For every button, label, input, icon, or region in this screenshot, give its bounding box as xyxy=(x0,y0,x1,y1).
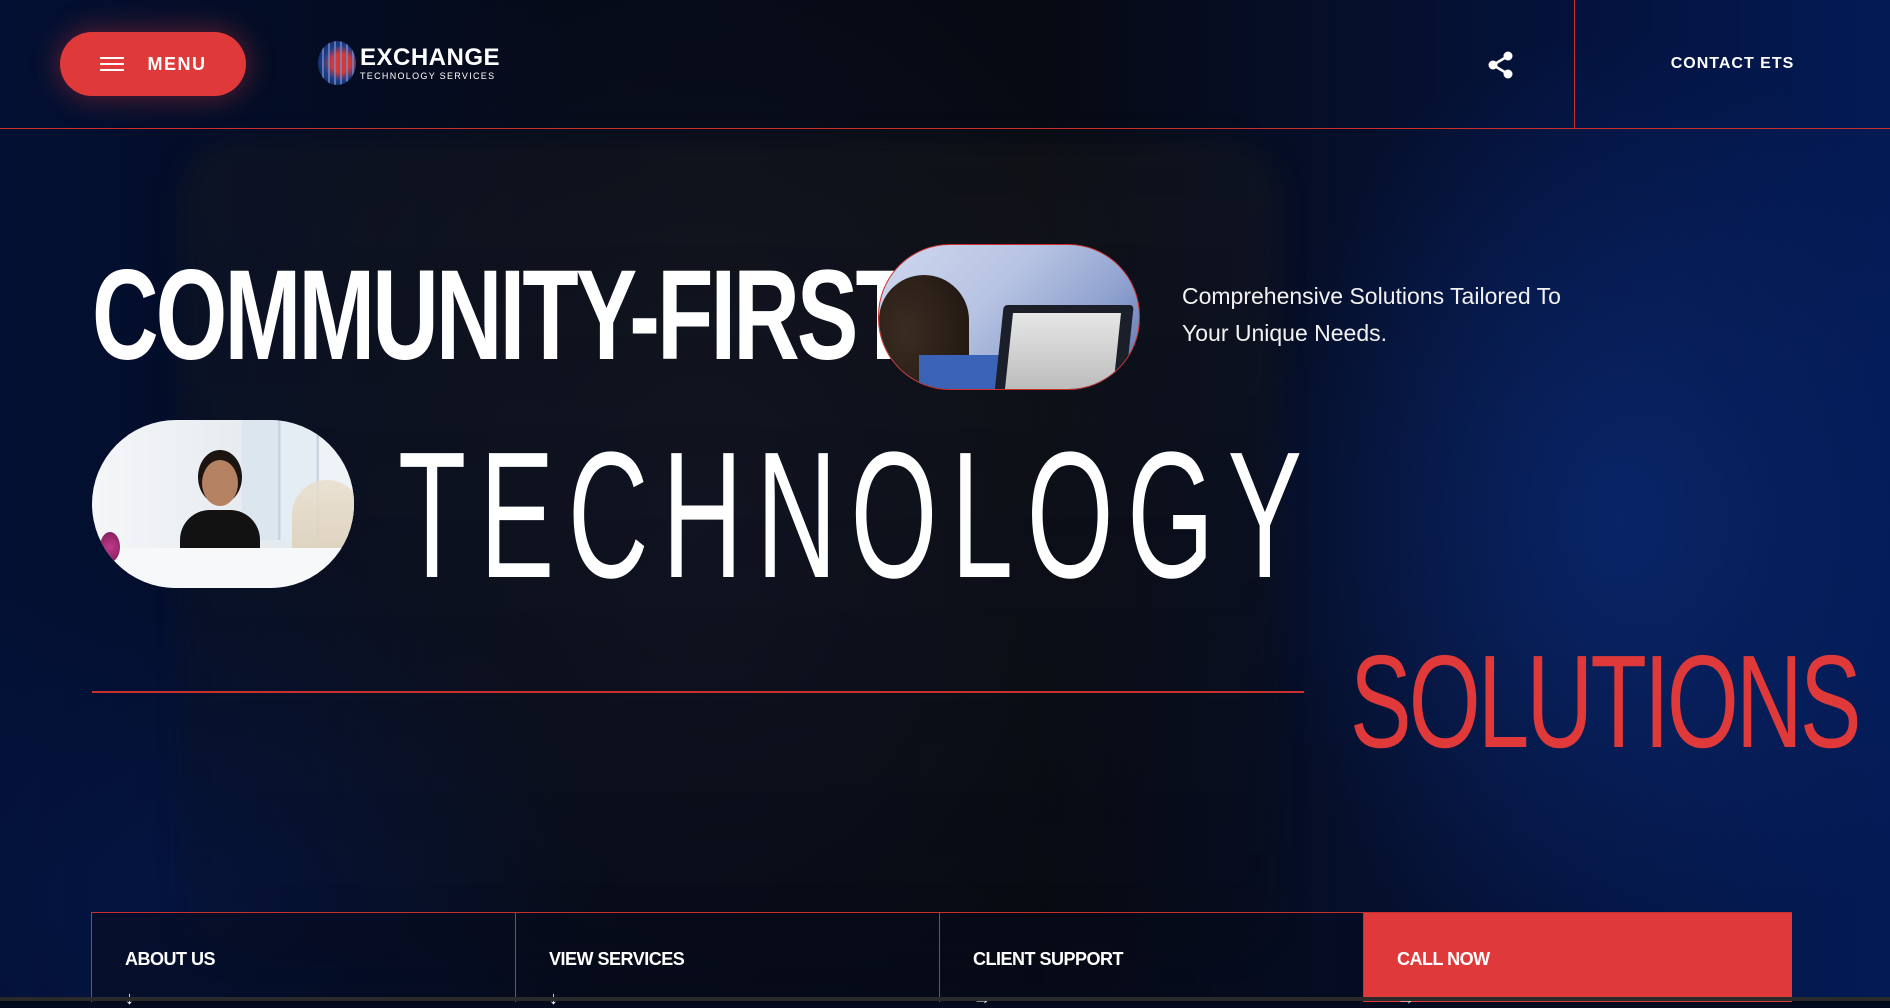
globe-logo-icon xyxy=(318,41,356,85)
hamburger-icon xyxy=(99,57,124,71)
site-header: MENU EXCHANGE TECHNOLOGY SERVICES CONTAC… xyxy=(0,0,1890,129)
menu-button[interactable]: MENU xyxy=(60,32,246,96)
nav-call-now[interactable]: CALL NOW → xyxy=(1364,913,1792,1007)
video-call-image xyxy=(878,244,1140,390)
nav-label: CALL NOW xyxy=(1397,949,1490,969)
contact-button[interactable]: CONTACT ETS xyxy=(1575,0,1890,128)
contact-label: CONTACT ETS xyxy=(1670,55,1795,72)
share-icon[interactable] xyxy=(1486,50,1516,80)
hero-divider xyxy=(92,691,1304,693)
logo[interactable]: EXCHANGE TECHNOLOGY SERVICES xyxy=(318,40,500,86)
meeting-photo-image xyxy=(92,420,354,588)
logo-main-text: EXCHANGE xyxy=(360,43,501,71)
window-bottom-edge xyxy=(0,997,1890,1001)
nav-label: VIEW SERVICES xyxy=(549,949,685,969)
nav-view-services[interactable]: VIEW SERVICES ↓ xyxy=(516,913,940,1007)
logo-text: EXCHANGE TECHNOLOGY SERVICES xyxy=(360,43,501,81)
bottom-navigation: ABOUT US ↓ VIEW SERVICES ↓ CLIENT SUPPOR… xyxy=(91,912,1792,1007)
logo-sub-text: TECHNOLOGY SERVICES xyxy=(360,70,496,81)
nav-client-support[interactable]: CLIENT SUPPORT → xyxy=(940,913,1364,1007)
hero-heading-line-3: SOLUTIONS xyxy=(1350,628,1862,775)
hero-heading-line-2: TECHNOLOGY xyxy=(398,415,1316,616)
nav-label: CLIENT SUPPORT xyxy=(973,949,1124,969)
nav-about-us[interactable]: ABOUT US ↓ xyxy=(92,913,516,1007)
hero-heading-line-1: COMMUNITY-FIRST xyxy=(92,244,912,387)
menu-label: MENU xyxy=(147,53,207,74)
nav-label: ABOUT US xyxy=(125,949,216,969)
hero-tagline: Comprehensive Solutions Tailored To Your… xyxy=(1182,283,1561,346)
